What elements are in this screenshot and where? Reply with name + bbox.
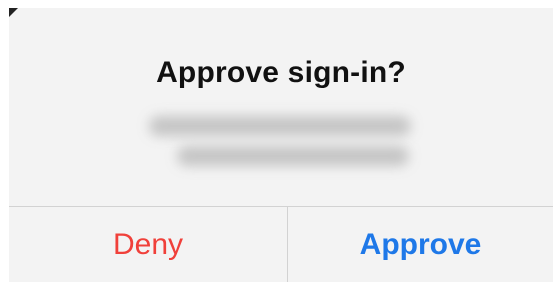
approve-button-label: Approve <box>359 227 482 261</box>
deny-button[interactable]: Deny <box>9 207 287 282</box>
blurred-message-line <box>149 116 411 136</box>
dialog-title: Approve sign-in? <box>156 56 406 89</box>
deny-button-label: Deny <box>112 227 184 261</box>
corner-mark <box>9 8 18 17</box>
approve-button[interactable]: Approve <box>288 207 553 282</box>
blurred-message-line <box>177 146 409 166</box>
sign-in-approval-dialog: Approve sign-in? Deny Approve <box>9 8 553 282</box>
